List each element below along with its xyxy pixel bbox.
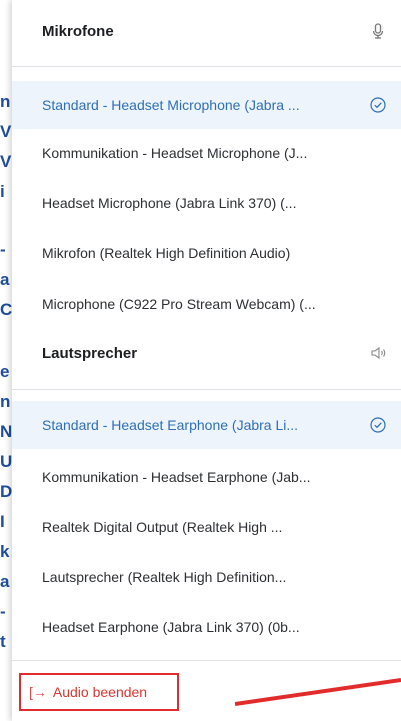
microphones-title: Mikrofone <box>42 22 114 40</box>
exit-icon: [→ <box>29 684 47 700</box>
bg-text: C <box>0 300 13 319</box>
annotation-arrow <box>235 678 401 706</box>
divider <box>12 389 401 390</box>
bg-text: D <box>0 482 13 501</box>
microphones-header: Mikrofone <box>12 0 401 62</box>
speakers-header: Lautsprecher <box>12 322 401 384</box>
speaker-icon <box>371 346 386 360</box>
mic-item-realtek[interactable]: Mikrofon (Realtek High Definition Audio) <box>12 229 401 277</box>
end-audio-button[interactable]: [→ Audio beenden <box>19 673 179 711</box>
speaker-item-communication[interactable]: Kommunikation - Headset Earphone (Jab... <box>12 453 401 501</box>
device-label: Microphone (C922 Pro Stream Webcam) (... <box>42 296 316 312</box>
device-label: Mikrofon (Realtek High Definition Audio) <box>42 245 291 261</box>
bg-text: e <box>0 362 10 381</box>
device-label: Lautsprecher (Realtek High Definition... <box>42 569 287 585</box>
bg-text: V <box>0 152 12 171</box>
device-label: Kommunikation - Headset Earphone (Jab... <box>42 469 311 485</box>
speaker-item-headset[interactable]: Headset Earphone (Jabra Link 370) (0b... <box>12 603 401 651</box>
bg-text: i <box>0 182 5 201</box>
divider <box>12 66 401 67</box>
mic-item-standard[interactable]: Standard - Headset Microphone (Jabra ... <box>12 81 401 129</box>
device-label: Headset Microphone (Jabra Link 370) (... <box>42 195 297 211</box>
bg-text: n <box>0 392 11 411</box>
audio-device-menu: Mikrofone Standard - Headset Microphone … <box>12 0 401 721</box>
mic-item-headset[interactable]: Headset Microphone (Jabra Link 370) (... <box>12 179 401 227</box>
device-label: Headset Earphone (Jabra Link 370) (0b... <box>42 619 300 635</box>
speaker-item-standard[interactable]: Standard - Headset Earphone (Jabra Li... <box>12 401 401 449</box>
bg-text: N <box>0 422 13 441</box>
microphone-icon <box>372 23 384 39</box>
speaker-item-digital-output[interactable]: Realtek Digital Output (Realtek High ... <box>12 503 401 551</box>
device-label: Standard - Headset Earphone (Jabra Li... <box>42 417 299 433</box>
bg-text: k <box>0 542 10 561</box>
bg-text: V <box>0 122 12 141</box>
bg-text: I <box>0 512 5 531</box>
bg-text: a <box>0 270 10 289</box>
bg-text: t <box>0 632 6 651</box>
bg-text: - <box>0 240 6 259</box>
mic-item-communication[interactable]: Kommunikation - Headset Microphone (J... <box>12 129 401 177</box>
bg-text: - <box>0 602 6 621</box>
divider <box>12 660 401 661</box>
end-audio-label: Audio beenden <box>52 684 148 700</box>
bg-text: U <box>0 452 13 471</box>
bg-text: a <box>0 572 10 591</box>
device-label: Kommunikation - Headset Microphone (J... <box>42 145 308 161</box>
speaker-item-realtek[interactable]: Lautsprecher (Realtek High Definition... <box>12 553 401 601</box>
check-circle-icon <box>370 417 386 433</box>
device-label: Standard - Headset Microphone (Jabra ... <box>42 97 300 113</box>
bg-text: n <box>0 92 11 111</box>
check-circle-icon <box>370 97 386 113</box>
mic-item-webcam[interactable]: Microphone (C922 Pro Stream Webcam) (... <box>12 280 401 328</box>
device-label: Realtek Digital Output (Realtek High ... <box>42 519 283 535</box>
speakers-title: Lautsprecher <box>42 344 138 362</box>
